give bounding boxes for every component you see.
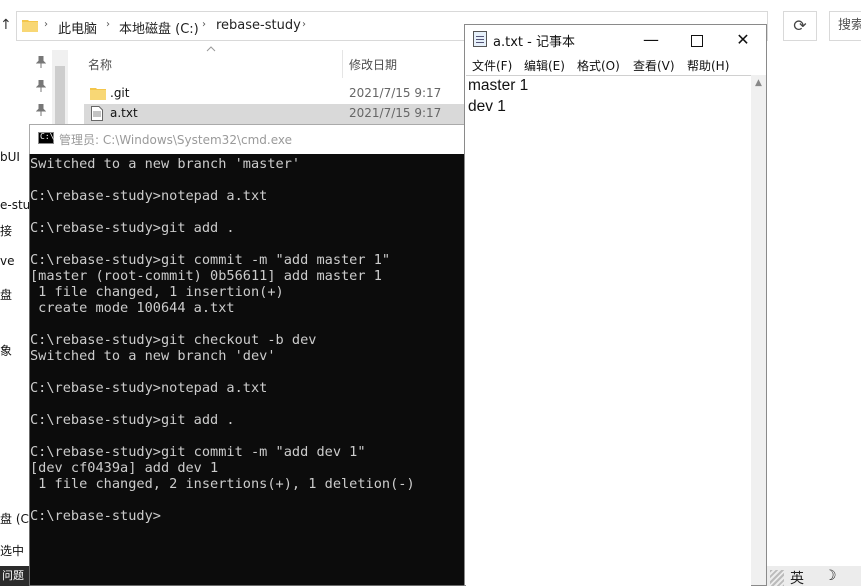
breadcrumb-chevron-icon: ›	[44, 19, 48, 30]
notepad-window-title: a.txt - 记事本	[493, 35, 575, 50]
maximize-button[interactable]	[674, 25, 720, 55]
menu-format[interactable]: 格式(O)	[577, 57, 620, 74]
cmd-icon-label: C:\	[40, 132, 55, 141]
nav-item[interactable]: ve	[0, 254, 14, 268]
cmd-line: C:\rebase-study>git add .	[30, 412, 235, 428]
cmd-line: C:\rebase-study>notepad a.txt	[30, 380, 268, 396]
notepad-line: master 1	[468, 77, 529, 94]
nav-item[interactable]: bUI	[0, 150, 20, 164]
search-input[interactable]: 搜索	[829, 11, 861, 41]
pin-icon[interactable]	[36, 80, 46, 92]
ime-indicator[interactable]: 英	[790, 568, 804, 588]
scroll-up-icon[interactable]: ▲	[751, 76, 766, 90]
notepad-text-area[interactable]	[466, 75, 751, 586]
pin-icon[interactable]	[36, 104, 46, 116]
column-header-name[interactable]: 名称	[88, 56, 112, 73]
cmd-line: create mode 100644 a.txt	[30, 300, 235, 316]
column-header-row	[70, 50, 470, 78]
file-name: a.txt	[110, 106, 138, 120]
breadcrumb-chevron-icon: ›	[106, 19, 110, 30]
cmd-line: Switched to a new branch 'dev'	[30, 348, 276, 364]
file-date: 2021/7/15 9:17	[349, 106, 442, 120]
folder-icon	[90, 88, 106, 100]
nav-item[interactable]: 接	[0, 222, 12, 239]
breadcrumb-chevron-icon: ›	[202, 19, 206, 30]
cmd-line: C:\rebase-study>notepad a.txt	[30, 188, 268, 204]
menu-help[interactable]: 帮助(H)	[687, 57, 729, 74]
pin-icon[interactable]	[36, 56, 46, 68]
file-date: 2021/7/15 9:17	[349, 86, 442, 100]
cmd-line: Switched to a new branch 'master'	[30, 156, 301, 172]
nav-item[interactable]: 象	[0, 342, 12, 359]
minimize-button[interactable]: —	[628, 25, 674, 55]
nav-item[interactable]: e-stu	[0, 198, 30, 212]
up-arrow-icon[interactable]: ↑	[0, 17, 14, 37]
file-row-git[interactable]: .git 2021/7/15 9:17	[84, 84, 464, 104]
breadcrumb-rebase-study[interactable]: rebase-study	[216, 18, 301, 33]
file-row-a-txt[interactable]: a.txt 2021/7/15 9:17	[84, 104, 464, 124]
moon-icon[interactable]: ☽	[824, 568, 837, 584]
cmd-line: 1 file changed, 1 insertion(+)	[30, 284, 284, 300]
cmd-line: 1 file changed, 2 insertions(+), 1 delet…	[30, 476, 415, 492]
file-name: .git	[110, 86, 130, 100]
cmd-line: C:\rebase-study>git add .	[30, 220, 235, 236]
cmd-line: C:\rebase-study>git commit -m "add dev 1…	[30, 444, 366, 460]
cmd-line: C:\rebase-study>	[30, 508, 161, 524]
status-selected-count: 选中 1	[0, 544, 30, 558]
close-button[interactable]: ✕	[720, 25, 766, 55]
menu-view[interactable]: 查看(V)	[633, 57, 675, 74]
text-file-icon	[91, 106, 103, 121]
cmd-icon: C:\	[38, 132, 54, 144]
cmd-line: C:\rebase-study>git checkout -b dev	[30, 332, 317, 348]
menu-edit[interactable]: 编辑(E)	[524, 57, 565, 74]
folder-icon	[22, 20, 38, 32]
refresh-button[interactable]: ⟳	[783, 11, 817, 41]
column-header-date[interactable]: 修改日期	[349, 56, 397, 73]
sort-up-icon	[206, 46, 216, 52]
menu-file[interactable]: 文件(F)	[472, 57, 512, 74]
breadcrumb-this-pc[interactable]: 此电脑	[58, 18, 97, 37]
cmd-line: [dev cf0439a] add dev 1	[30, 460, 219, 476]
notepad-line: dev 1	[468, 98, 506, 115]
nav-item-local-disk[interactable]: 盘 (C	[0, 510, 30, 527]
notepad-scrollbar[interactable]	[751, 75, 766, 585]
nav-item[interactable]: 盘	[0, 286, 12, 303]
navigation-scrollbar-thumb[interactable]	[55, 66, 65, 126]
resize-grip[interactable]	[770, 570, 784, 586]
maximize-icon	[691, 34, 703, 47]
column-divider[interactable]	[342, 50, 343, 78]
taskbar-problems-item[interactable]: 问题	[0, 566, 30, 586]
cmd-line: [master (root-commit) 0b56611] add maste…	[30, 268, 382, 284]
breadcrumb-chevron-icon: ›	[302, 19, 306, 30]
cmd-line: C:\rebase-study>git commit -m "add maste…	[30, 252, 391, 268]
breadcrumb-local-disk[interactable]: 本地磁盘 (C:)	[119, 18, 199, 37]
notepad-icon	[473, 31, 487, 47]
cmd-window-title: 管理员: C:\Windows\System32\cmd.exe	[59, 133, 292, 147]
